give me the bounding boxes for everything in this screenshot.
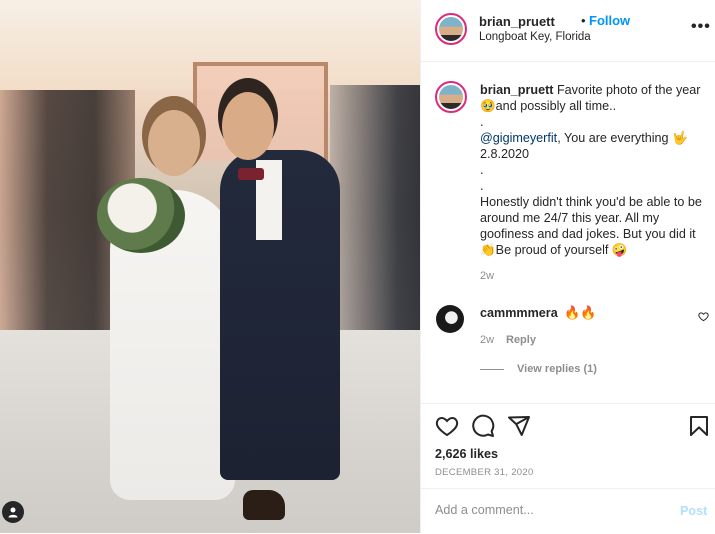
photo-groom-head xyxy=(222,92,274,160)
tagged-user-icon[interactable] xyxy=(2,501,24,523)
author-avatar[interactable] xyxy=(435,13,467,45)
comment-like-heart-icon[interactable] xyxy=(698,311,709,325)
photo-shoe xyxy=(243,490,285,520)
comment-text: 🔥🔥 xyxy=(564,305,597,320)
post-comment-button[interactable]: Post xyxy=(680,504,707,518)
photo-bride-head xyxy=(148,110,200,176)
author-username[interactable]: brian_pruett xyxy=(479,14,555,29)
add-comment-input[interactable] xyxy=(435,503,655,517)
comment-username[interactable]: cammmmera xyxy=(480,306,558,320)
heart-icon[interactable] xyxy=(435,414,459,438)
share-icon[interactable] xyxy=(507,414,531,438)
bookmark-icon[interactable] xyxy=(687,414,711,438)
caption-dot-3: . xyxy=(480,179,484,193)
comment-icon[interactable] xyxy=(471,414,495,438)
caption-avatar[interactable] xyxy=(435,81,467,113)
post-caption: brian_pruett Favorite photo of the year … xyxy=(480,82,712,258)
post-actions: 2,626 likes DECEMBER 31, 2020 xyxy=(421,403,715,489)
caption-line-3: Honestly didn't think you'd be able to b… xyxy=(480,195,702,257)
like-count[interactable]: 2,626 likes xyxy=(435,447,498,461)
comment-reply-button[interactable]: Reply xyxy=(506,334,536,346)
header-separator: • xyxy=(581,13,586,28)
caption-dot-2: . xyxy=(480,163,484,177)
photo-bouquet xyxy=(97,178,185,253)
view-replies-button[interactable]: View replies (1) xyxy=(517,363,597,375)
post-location[interactable]: Longboat Key, Florida xyxy=(479,31,591,43)
post-date: DECEMBER 31, 2020 xyxy=(435,467,534,478)
caption-timestamp: 2w xyxy=(480,270,495,282)
photo-bowtie xyxy=(238,168,264,180)
caption-username[interactable]: brian_pruett xyxy=(480,83,553,97)
post-photo[interactable] xyxy=(0,0,420,533)
commenter-avatar[interactable] xyxy=(436,305,464,333)
post-side-panel: brian_pruett • Follow Longboat Key, Flor… xyxy=(420,0,715,533)
view-replies-divider xyxy=(480,369,504,370)
caption-dot-1: . xyxy=(480,115,484,129)
caption-mention[interactable]: @gigimeyerfit xyxy=(480,131,557,145)
caption-line-2: , You are everything 🤟 xyxy=(557,131,688,145)
post-header: brian_pruett • Follow Longboat Key, Flor… xyxy=(421,0,715,62)
caption-date-line: 2.8.2020 xyxy=(480,147,530,161)
follow-button[interactable]: Follow xyxy=(589,13,630,28)
more-options-icon[interactable]: ••• xyxy=(691,18,711,36)
add-comment-bar: Post xyxy=(421,488,715,534)
comment-timestamp: 2w xyxy=(480,334,495,346)
